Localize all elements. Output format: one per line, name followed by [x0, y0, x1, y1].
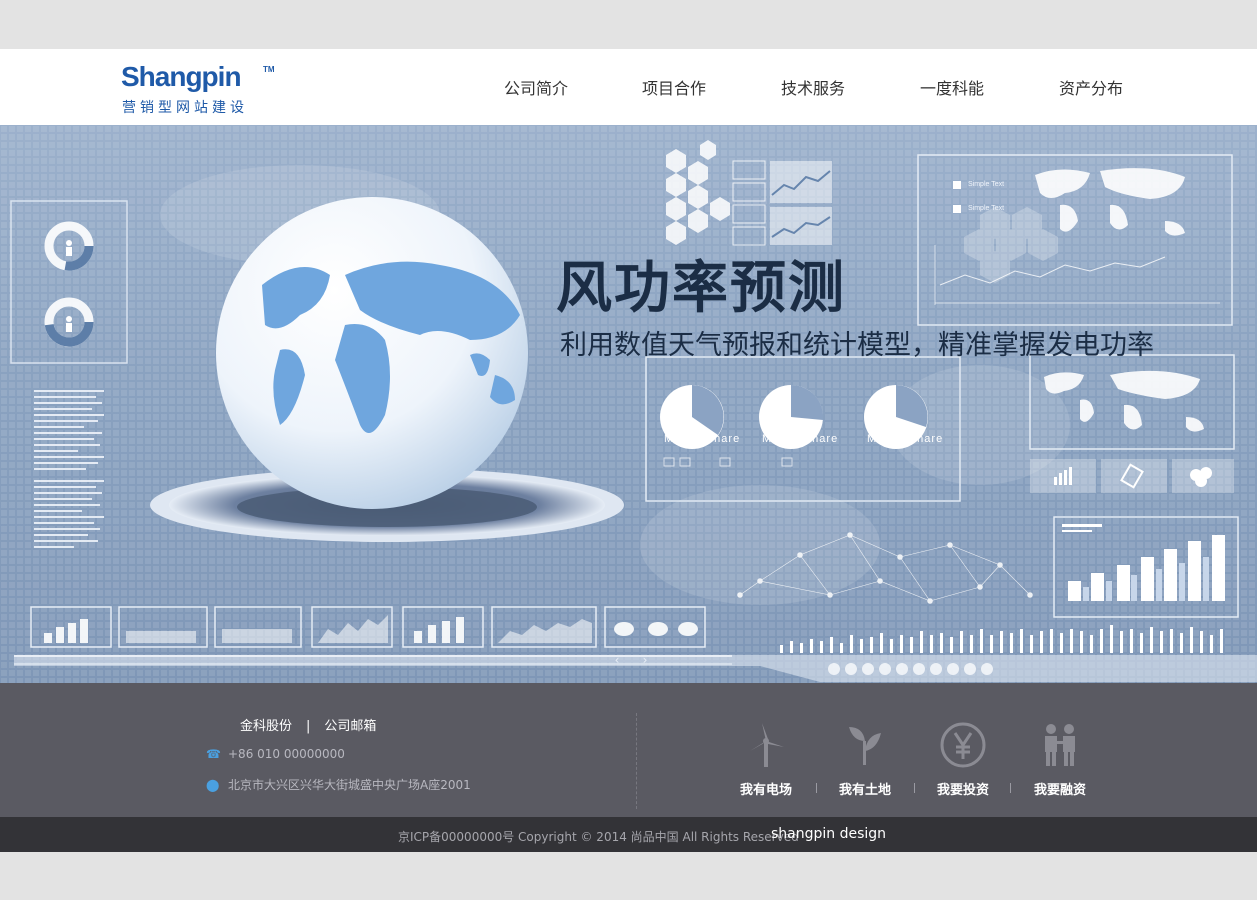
next-slide-arrow-icon[interactable]: › [636, 653, 654, 667]
service-label: 我有土地 [838, 783, 891, 798]
service-wind-farm[interactable]: 我有电场 [726, 721, 806, 798]
service-label: 我要融资 [1033, 783, 1086, 798]
leaf-icon [849, 727, 881, 765]
hero-banner: 风功率预测 利用数值天气预报和统计模型，精准掌握发电功率 Market shar… [0, 125, 1257, 683]
slide-dot[interactable] [845, 663, 857, 675]
banner-artwork [0, 125, 1257, 683]
logo[interactable]: Shangpin TM 营销型网站建设 [121, 61, 291, 121]
service-land[interactable]: 我有土地 [825, 721, 905, 798]
logo-trademark: TM [263, 65, 275, 74]
main-nav: 公司简介 项目合作 技术服务 一度科能 资产分布 [470, 75, 1160, 99]
legend-label-1: Simple Text [968, 181, 1005, 188]
slide-dot[interactable] [879, 663, 891, 675]
slide-dot[interactable] [862, 663, 874, 675]
nav-item-about[interactable]: 公司简介 [504, 75, 568, 99]
wind-turbine-icon [750, 723, 784, 767]
footer-divider [636, 713, 637, 809]
market-share-label-3: Market share [867, 433, 944, 445]
site-footer: 金科股份 | 公司邮箱 ☎ +86 010 00000000 ⬤ 北京市大兴区兴华大街城… [0, 683, 1257, 817]
service-invest[interactable]: 我要投资 [923, 721, 1003, 798]
service-separator [816, 783, 817, 793]
logo-wordmark: Shangpin [121, 61, 242, 92]
service-label: 我要投资 [936, 783, 989, 798]
footer-address-text: 北京市大兴区兴华大街城盛中央广场A座2001 [228, 778, 471, 792]
phone-icon: ☎ [206, 747, 221, 761]
nav-item-energy[interactable]: 一度科能 [920, 75, 984, 99]
prev-slide-arrow-icon[interactable]: ‹ [608, 653, 626, 667]
slide-dot[interactable] [913, 663, 925, 675]
footer-phone: ☎ +86 010 00000000 [206, 747, 345, 761]
copyright-bar: 京ICP备00000000号 Copyright © 2014 尚品中国 All… [0, 817, 1257, 852]
footer-link-company[interactable]: 金科股份 [240, 715, 292, 734]
nav-item-assets[interactable]: 资产分布 [1059, 75, 1123, 99]
banner-title: 风功率预测 [556, 256, 846, 321]
slide-dot[interactable] [828, 663, 840, 675]
slide-dot[interactable] [964, 663, 976, 675]
market-share-label-2: Market share [762, 433, 839, 445]
logo-tagline: 营销型网站建设 [122, 100, 248, 116]
nav-item-tech[interactable]: 技术服务 [781, 75, 845, 99]
slide-dot[interactable] [981, 663, 993, 675]
service-label: 我有电场 [739, 783, 792, 798]
footer-link-email[interactable]: 公司邮箱 [324, 715, 376, 734]
copyright-text: 京ICP备00000000号 Copyright © 2014 尚品中国 All… [398, 830, 799, 844]
slide-dot[interactable] [930, 663, 942, 675]
legend-label-2: Simple Text [968, 205, 1005, 212]
site-header: Shangpin TM 营销型网站建设 公司简介 项目合作 技术服务 一度科能 … [0, 49, 1257, 125]
nav-item-projects[interactable]: 项目合作 [642, 75, 706, 99]
footer-links: 金科股份 | 公司邮箱 [240, 715, 376, 734]
slide-dot[interactable] [896, 663, 908, 675]
footer-link-separator: | [306, 719, 311, 734]
footer-address: ⬤ 北京市大兴区兴华大街城盛中央广场A座2001 [206, 776, 471, 793]
copyright-brand: shangpin design [771, 826, 887, 842]
banner-subtitle: 利用数值天气预报和统计模型，精准掌握发电功率 [560, 330, 1154, 361]
market-share-label-1: Market share [664, 433, 741, 445]
slide-dot[interactable] [947, 663, 959, 675]
footer-phone-text: +86 010 00000000 [228, 747, 345, 761]
slider-pagination [828, 663, 998, 677]
people-icon [1045, 724, 1075, 766]
service-separator [914, 783, 915, 793]
service-separator [1010, 783, 1011, 793]
location-pin-icon: ⬤ [206, 778, 220, 792]
service-financing[interactable]: 我要融资 [1020, 721, 1100, 798]
yuan-icon [940, 722, 986, 768]
page: Shangpin TM 营销型网站建设 公司简介 项目合作 技术服务 一度科能 … [0, 49, 1257, 852]
